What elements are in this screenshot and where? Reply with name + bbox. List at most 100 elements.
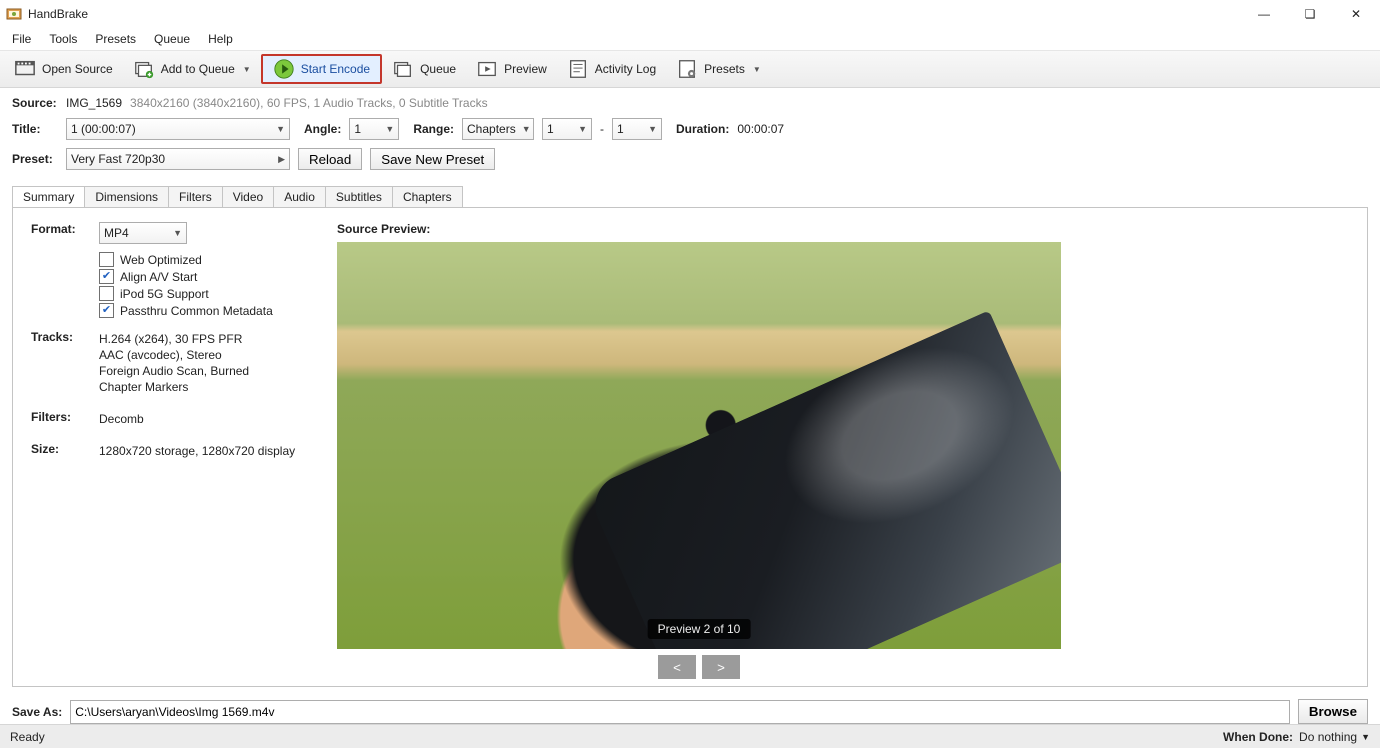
size-value: 1280x720 storage, 1280x720 display — [99, 444, 313, 458]
range-sep: - — [600, 122, 604, 136]
source-details: 3840x2160 (3840x2160), 60 FPS, 1 Audio T… — [130, 96, 488, 110]
tracks-line-0: H.264 (x264), 30 FPS PFR — [99, 332, 313, 346]
presets-button[interactable]: Presets ▼ — [666, 54, 771, 84]
angle-select[interactable]: 1 ▼ — [349, 118, 399, 140]
window-maximize-button[interactable]: ❏ — [1288, 1, 1332, 27]
source-row: Source: IMG_1569 3840x2160 (3840x2160), … — [12, 96, 1368, 110]
menu-tools[interactable]: Tools — [41, 30, 85, 48]
tab-summary[interactable]: Summary — [12, 186, 85, 207]
tab-chapters[interactable]: Chapters — [392, 186, 463, 207]
preset-value: Very Fast 720p30 — [71, 152, 165, 166]
preview-prev-button[interactable]: < — [658, 655, 696, 679]
range-from-select[interactable]: 1 ▼ — [542, 118, 592, 140]
preset-label: Preset: — [12, 152, 58, 166]
queue-button[interactable]: Queue — [382, 54, 466, 84]
chevron-down-icon: ▼ — [173, 228, 182, 238]
preview-next-button[interactable]: > — [702, 655, 740, 679]
when-done-select[interactable]: Do nothing ▼ — [1299, 730, 1370, 744]
preset-select[interactable]: Very Fast 720p30 ▶ — [66, 148, 290, 170]
chevron-down-icon: ▼ — [1361, 732, 1370, 742]
tab-subtitles[interactable]: Subtitles — [325, 186, 393, 207]
reload-preset-button[interactable]: Reload — [298, 148, 362, 170]
film-open-icon — [14, 58, 36, 80]
range-label: Range: — [413, 122, 454, 136]
add-to-queue-button[interactable]: Add to Queue ▼ — [123, 54, 261, 84]
activity-log-label: Activity Log — [595, 62, 656, 76]
source-preview-image: Preview 2 of 10 — [337, 242, 1061, 649]
range-type-value: Chapters — [467, 122, 516, 136]
app-title: HandBrake — [28, 7, 88, 21]
tab-video[interactable]: Video — [222, 186, 274, 207]
toolbar: Open Source Add to Queue ▼ Start Encode … — [0, 50, 1380, 88]
save-new-preset-button[interactable]: Save New Preset — [370, 148, 495, 170]
title-bar: HandBrake — ❏ ✕ — [0, 0, 1380, 28]
ipod-checkbox[interactable]: iPod 5G Support — [99, 286, 313, 301]
save-as-path-input[interactable] — [70, 700, 1290, 724]
start-encode-label: Start Encode — [301, 62, 370, 76]
save-as-label: Save As: — [12, 705, 62, 719]
summary-panel: Format: MP4 ▼ Web Optimized Align A/V St… — [12, 207, 1368, 687]
presets-label: Presets — [704, 62, 745, 76]
preview-icon — [476, 58, 498, 80]
format-label: Format: — [31, 222, 99, 236]
queue-icon — [392, 58, 414, 80]
angle-label: Angle: — [304, 122, 341, 136]
window-close-button[interactable]: ✕ — [1334, 1, 1378, 27]
play-icon — [273, 58, 295, 80]
filters-label: Filters: — [31, 410, 99, 424]
chevron-down-icon: ▼ — [578, 124, 587, 134]
size-label: Size: — [31, 442, 99, 456]
title-value: 1 (00:00:07) — [71, 122, 136, 136]
range-from-value: 1 — [547, 122, 554, 136]
web-optimized-checkbox[interactable]: Web Optimized — [99, 252, 313, 267]
activity-log-button[interactable]: Activity Log — [557, 54, 666, 84]
queue-label: Queue — [420, 62, 456, 76]
angle-value: 1 — [354, 122, 361, 136]
range-type-select[interactable]: Chapters ▼ — [462, 118, 534, 140]
menu-presets[interactable]: Presets — [87, 30, 144, 48]
title-select[interactable]: 1 (00:00:07) ▼ — [66, 118, 290, 140]
status-ready: Ready — [10, 730, 45, 744]
checkbox-checked-icon — [99, 269, 114, 284]
menu-help[interactable]: Help — [200, 30, 241, 48]
add-to-queue-label: Add to Queue — [161, 62, 235, 76]
menu-bar: File Tools Presets Queue Help — [0, 28, 1380, 50]
tracks-line-2: Foreign Audio Scan, Burned — [99, 364, 313, 378]
ipod-label: iPod 5G Support — [120, 287, 209, 301]
tab-audio[interactable]: Audio — [273, 186, 326, 207]
checkbox-icon — [99, 252, 114, 267]
window-minimize-button[interactable]: — — [1242, 1, 1286, 27]
duration-value: 00:00:07 — [737, 122, 784, 136]
chevron-down-icon: ▼ — [243, 65, 251, 74]
preset-row: Preset: Very Fast 720p30 ▶ Reload Save N… — [12, 148, 1368, 170]
tracks-line-1: AAC (avcodec), Stereo — [99, 348, 313, 362]
passthru-checkbox[interactable]: Passthru Common Metadata — [99, 303, 313, 318]
preview-caption: Preview 2 of 10 — [648, 619, 751, 639]
range-to-select[interactable]: 1 ▼ — [612, 118, 662, 140]
browse-button[interactable]: Browse — [1298, 699, 1368, 724]
open-source-button[interactable]: Open Source — [4, 54, 123, 84]
align-av-checkbox[interactable]: Align A/V Start — [99, 269, 313, 284]
checkbox-icon — [99, 286, 114, 301]
source-preview-label: Source Preview: — [337, 222, 1061, 236]
duration-label: Duration: — [676, 122, 729, 136]
chevron-down-icon: ▼ — [753, 65, 761, 74]
chevron-down-icon: ▼ — [522, 124, 531, 134]
activity-log-icon — [567, 58, 589, 80]
format-value: MP4 — [104, 226, 129, 240]
format-select[interactable]: MP4 ▼ — [99, 222, 187, 244]
tab-dimensions[interactable]: Dimensions — [84, 186, 169, 207]
menu-queue[interactable]: Queue — [146, 30, 198, 48]
menu-file[interactable]: File — [4, 30, 39, 48]
open-source-label: Open Source — [42, 62, 113, 76]
tracks-line-3: Chapter Markers — [99, 380, 313, 394]
title-row: Title: 1 (00:00:07) ▼ Angle: 1 ▼ Range: … — [12, 118, 1368, 140]
source-label: Source: — [12, 96, 58, 110]
preview-label: Preview — [504, 62, 547, 76]
when-done-label: When Done: — [1223, 730, 1293, 744]
filters-value: Decomb — [99, 412, 313, 426]
tab-filters[interactable]: Filters — [168, 186, 223, 207]
preview-button[interactable]: Preview — [466, 54, 557, 84]
start-encode-button[interactable]: Start Encode — [261, 54, 382, 84]
align-av-label: Align A/V Start — [120, 270, 197, 284]
